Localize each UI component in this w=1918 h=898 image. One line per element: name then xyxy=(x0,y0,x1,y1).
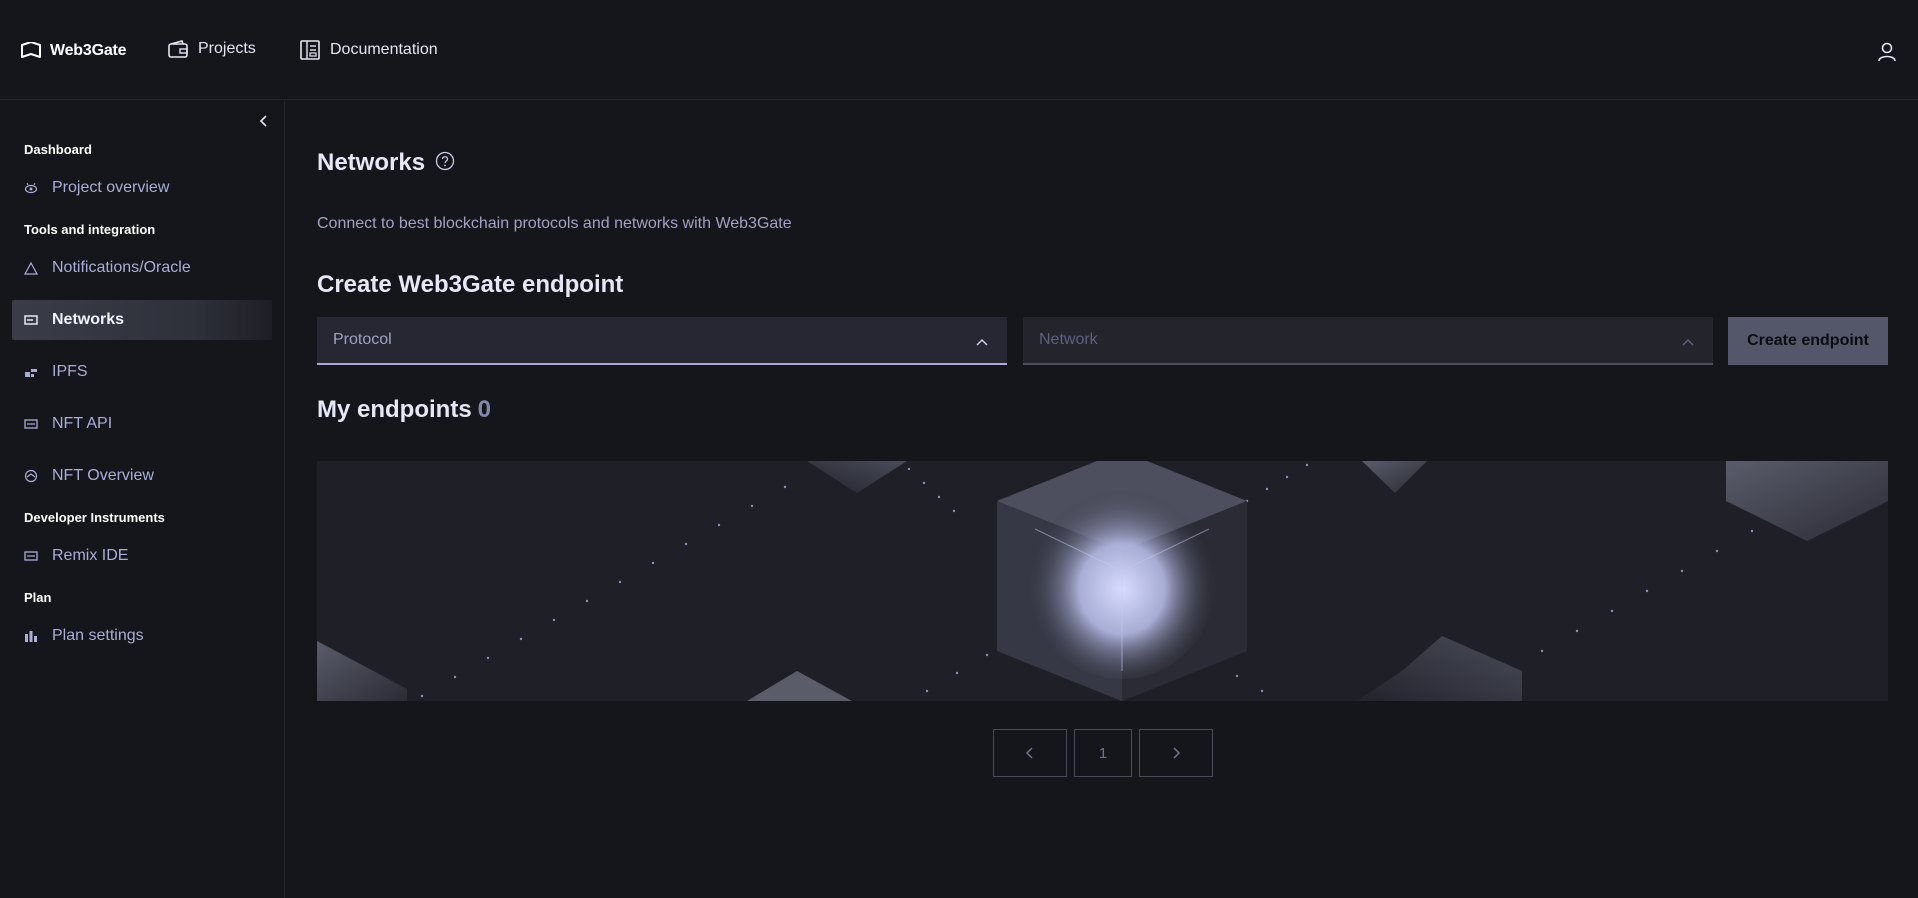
user-icon xyxy=(1878,42,1896,62)
page-title: Networks xyxy=(317,149,455,177)
sidebar-item-label: NFT Overview xyxy=(52,467,154,484)
empty-state-banner xyxy=(317,461,1888,701)
blocks-icon xyxy=(24,365,38,379)
sidebar-item-label: Remix IDE xyxy=(52,547,129,564)
wallet-icon xyxy=(168,40,188,58)
chevron-up-icon xyxy=(975,334,989,352)
triangle-icon xyxy=(24,261,38,275)
section-dashboard: Dashboard xyxy=(24,142,92,157)
profile-button[interactable] xyxy=(1878,42,1896,67)
protocol-select[interactable]: Protocol xyxy=(317,317,1007,365)
network-select[interactable]: Network xyxy=(1023,317,1713,365)
sidebar-item-label: Networks xyxy=(52,311,125,328)
sidebar-item-ipfs[interactable]: IPFS xyxy=(12,352,272,392)
my-endpoints-title: My endpoints 0 xyxy=(317,396,491,424)
section-tools-integration: Tools and integration xyxy=(24,222,156,237)
sidebar-item-networks[interactable]: Networks xyxy=(12,300,272,340)
sidebar-item-remix-ide[interactable]: Remix IDE xyxy=(12,536,272,576)
sidebar-item-nft-api[interactable]: NFT API xyxy=(12,404,272,444)
nav-projects-label: Projects xyxy=(198,40,256,57)
eye-icon xyxy=(24,181,38,195)
help-icon[interactable] xyxy=(435,151,455,176)
sidebar-item-label: Plan settings xyxy=(52,627,144,644)
web3gate-logo-icon xyxy=(21,42,41,58)
server-icon xyxy=(24,313,38,327)
bar-chart-icon xyxy=(24,629,38,643)
chevron-right-icon xyxy=(1173,747,1181,759)
chevron-up-icon xyxy=(1681,334,1695,352)
chevron-left-icon xyxy=(1025,747,1033,759)
blockchain-cubes-illustration xyxy=(317,461,1888,701)
network-select-value: Network xyxy=(1039,331,1098,348)
sidebar-item-notifications-oracle[interactable]: Notifications/Oracle xyxy=(12,248,272,288)
sidebar-item-label: Project overview xyxy=(52,179,170,196)
nav-documentation-label: Documentation xyxy=(330,41,438,58)
pagination-next-button[interactable] xyxy=(1139,729,1213,777)
nav-projects[interactable]: Projects xyxy=(168,40,256,58)
sidebar-item-nft-overview[interactable]: NFT Overview xyxy=(12,456,272,496)
sidebar-item-label: Notifications/Oracle xyxy=(52,259,191,276)
card-icon xyxy=(24,549,38,563)
page-title-text: Networks xyxy=(317,149,426,176)
brand-name: Web3Gate xyxy=(50,42,127,59)
top-bar: Web3Gate Projects Documentation xyxy=(0,0,1918,100)
my-endpoints-label: My endpoints xyxy=(317,396,472,423)
collapse-sidebar-button[interactable] xyxy=(258,113,270,134)
section-developer-instruments: Developer Instruments xyxy=(24,510,165,525)
sidebar-item-label: IPFS xyxy=(52,363,88,380)
page-subtitle: Connect to best blockchain protocols and… xyxy=(317,215,792,232)
sidebar-item-plan-settings[interactable]: Plan settings xyxy=(12,616,272,656)
pagination-page-1[interactable]: 1 xyxy=(1074,729,1132,777)
pagination-prev-button[interactable] xyxy=(993,729,1067,777)
endpoints-count: 0 xyxy=(477,396,492,423)
nav-documentation[interactable]: Documentation xyxy=(300,40,438,60)
sidebar: Dashboard Project overview Tools and int… xyxy=(0,101,285,898)
create-endpoint-button[interactable]: Create endpoint xyxy=(1728,317,1888,365)
create-endpoint-title: Create Web3Gate endpoint xyxy=(317,271,624,298)
brand-logo[interactable]: Web3Gate xyxy=(20,42,127,60)
sidebar-item-label: NFT API xyxy=(52,415,113,432)
sidebar-item-project-overview[interactable]: Project overview xyxy=(12,168,272,208)
protocol-select-value: Protocol xyxy=(333,331,392,348)
section-plan: Plan xyxy=(24,590,52,605)
document-icon xyxy=(300,40,320,60)
card-icon xyxy=(24,417,38,431)
shield-icon xyxy=(24,469,38,483)
chevron-left-icon xyxy=(259,115,267,127)
